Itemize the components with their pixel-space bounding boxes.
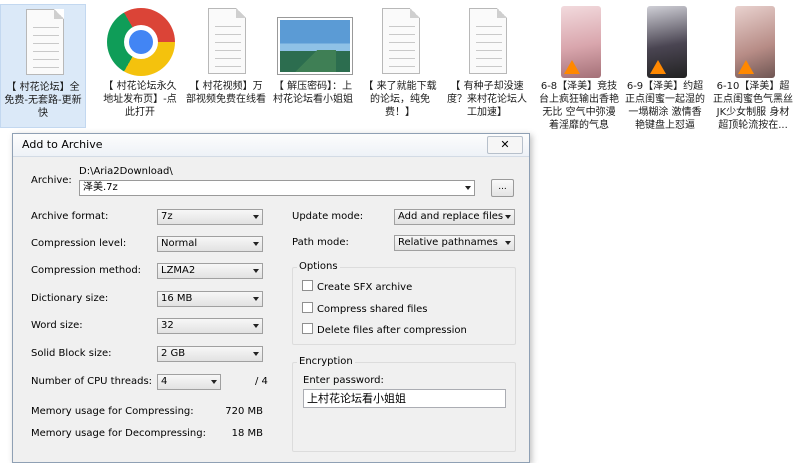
update-mode-label: Update mode:	[292, 211, 364, 222]
solid-block-size-value: 2 GB	[161, 348, 186, 359]
archive-format-label: Archive format:	[31, 211, 109, 222]
dictionary-size-select[interactable]: 16 MB	[157, 291, 263, 307]
password-input[interactable]: 上村花论坛看小姐姐	[303, 389, 506, 408]
dialog-title: Add to Archive	[22, 138, 103, 151]
encryption-title: Encryption	[297, 356, 355, 367]
archive-label: Archive:	[31, 175, 72, 186]
cpu-threads-max: / 4	[255, 376, 268, 387]
file-name: 【 村花视频】万部视频免费在线看	[186, 81, 266, 105]
word-size-select[interactable]: 32	[157, 318, 263, 334]
chevron-down-icon	[253, 324, 259, 328]
file-name: 6-8【泽美】竞技台上疯狂输出香艳无比 空气中弥漫着淫靡的气息	[539, 81, 619, 131]
chevron-down-icon	[505, 241, 511, 245]
password-label: Enter password:	[303, 375, 384, 386]
archive-name-combo[interactable]: 泽美.7z	[79, 180, 475, 196]
memory-compress-value: 720 MB	[225, 406, 263, 417]
file-item[interactable]: 【 村花论坛永久地址发布页】-点此打开	[97, 4, 183, 128]
chevron-down-icon	[253, 297, 259, 301]
checkbox-box[interactable]	[302, 280, 313, 291]
compression-level-value: Normal	[161, 238, 198, 249]
chevron-down-icon	[253, 215, 259, 219]
file-item[interactable]: 6-10【泽美】超正点闺蜜色气黑丝JK少女制服 身材超顶轮流按在...	[710, 4, 796, 131]
archive-path: D:\Aria2Download\	[79, 166, 173, 177]
vlc-cone-icon	[564, 60, 580, 74]
update-mode-select[interactable]: Add and replace files	[394, 209, 515, 225]
file-name: 6-10【泽美】超正点闺蜜色气黑丝JK少女制服 身材超顶轮流按在...	[713, 81, 793, 131]
cpu-threads-label: Number of CPU threads:	[31, 376, 153, 387]
dialog-titlebar[interactable]: Add to Archive ✕	[13, 134, 529, 157]
compression-level-select[interactable]: Normal	[157, 236, 263, 252]
file-item[interactable]: 6-8【泽美】竞技台上疯狂输出香艳无比 空气中弥漫着淫靡的气息	[536, 4, 622, 131]
compression-method-select[interactable]: LZMA2	[157, 263, 263, 279]
chevron-down-icon	[211, 380, 217, 384]
vlc-cone-icon	[650, 60, 666, 74]
close-button[interactable]: ✕	[487, 136, 523, 154]
chrome-icon	[97, 4, 183, 80]
create-sfx-label: Create SFX archive	[317, 282, 413, 293]
file-name: 【 解压密码】：上村花论坛看小姐姐	[273, 81, 353, 105]
text-file-icon	[357, 4, 443, 80]
path-mode-select[interactable]: Relative pathnames	[394, 235, 515, 251]
file-name: 【 村花论坛永久地址发布页】-点此打开	[103, 81, 177, 118]
compress-shared-label: Compress shared files	[317, 304, 428, 315]
file-name: 【 来了就能下载的论坛，纯免费！】	[363, 81, 437, 118]
file-name: 【 有种子却没速度？来村花论坛人工加速】	[447, 81, 527, 118]
delete-after-label: Delete files after compression	[317, 325, 467, 336]
archive-name: 泽美.7z	[83, 182, 118, 193]
cpu-threads-select[interactable]: 4	[157, 374, 221, 390]
file-item[interactable]: 【 村花视频】万部视频免费在线看	[183, 4, 269, 128]
chevron-down-icon	[465, 186, 471, 190]
word-size-label: Word size:	[31, 320, 83, 331]
solid-block-size-select[interactable]: 2 GB	[157, 346, 263, 362]
solid-block-size-label: Solid Block size:	[31, 348, 112, 359]
chevron-down-icon	[253, 352, 259, 356]
text-file-icon	[183, 4, 269, 80]
memory-compress-label: Memory usage for Compressing:	[31, 406, 194, 417]
video-thumbnail-icon	[536, 4, 622, 80]
file-name: 【 村花论坛】全免费-无套路-更新快	[4, 82, 82, 119]
delete-after-checkbox[interactable]: Delete files after compression	[302, 323, 467, 336]
file-item[interactable]: 【 村花论坛】全免费-无套路-更新快	[0, 4, 86, 128]
file-item[interactable]: 【 解压密码】：上村花论坛看小姐姐	[270, 4, 356, 128]
checkbox-box[interactable]	[302, 323, 313, 334]
path-mode-value: Relative pathnames	[398, 237, 498, 248]
file-item[interactable]: 【 来了就能下载的论坛，纯免费！】	[357, 4, 443, 128]
memory-decompress-label: Memory usage for Decompressing:	[31, 428, 206, 439]
checkbox-box[interactable]	[302, 302, 313, 313]
chevron-down-icon	[505, 215, 511, 219]
chevron-down-icon	[253, 269, 259, 273]
text-file-icon	[444, 4, 530, 80]
compression-level-label: Compression level:	[31, 238, 127, 249]
browse-button[interactable]: ...	[491, 179, 514, 197]
memory-decompress-value: 18 MB	[231, 428, 263, 439]
compress-shared-checkbox[interactable]: Compress shared files	[302, 302, 428, 315]
dictionary-size-value: 16 MB	[161, 293, 193, 304]
add-to-archive-dialog: Add to Archive ✕ Archive: D:\Aria2Downlo…	[12, 133, 530, 463]
options-title: Options	[297, 261, 340, 272]
archive-format-select[interactable]: 7z	[157, 209, 263, 225]
video-thumbnail-icon	[622, 4, 708, 80]
dictionary-size-label: Dictionary size:	[31, 293, 109, 304]
file-item[interactable]: 6-9【泽美】约超正点闺蜜一起湿的一塌糊涂 激情香艳键盘上怼逼	[622, 4, 708, 131]
cpu-threads-value: 4	[161, 376, 168, 387]
compression-method-label: Compression method:	[31, 265, 142, 276]
compression-method-value: LZMA2	[161, 265, 196, 276]
path-mode-label: Path mode:	[292, 237, 349, 248]
text-file-icon	[1, 5, 87, 81]
file-list: 【 村花论坛】全免费-无套路-更新快 【 村花论坛永久地址发布页】-点此打开 【…	[0, 0, 799, 131]
archive-format-value: 7z	[161, 211, 173, 222]
update-mode-value: Add and replace files	[398, 211, 504, 222]
video-thumbnail-icon	[710, 4, 796, 80]
image-file-icon	[270, 4, 356, 80]
file-item[interactable]: 【 有种子却没速度？来村花论坛人工加速】	[444, 4, 530, 128]
chevron-down-icon	[253, 242, 259, 246]
file-name: 6-9【泽美】约超正点闺蜜一起湿的一塌糊涂 激情香艳键盘上怼逼	[625, 81, 705, 131]
vlc-cone-icon	[738, 60, 754, 74]
word-size-value: 32	[161, 320, 174, 331]
create-sfx-checkbox[interactable]: Create SFX archive	[302, 280, 412, 293]
